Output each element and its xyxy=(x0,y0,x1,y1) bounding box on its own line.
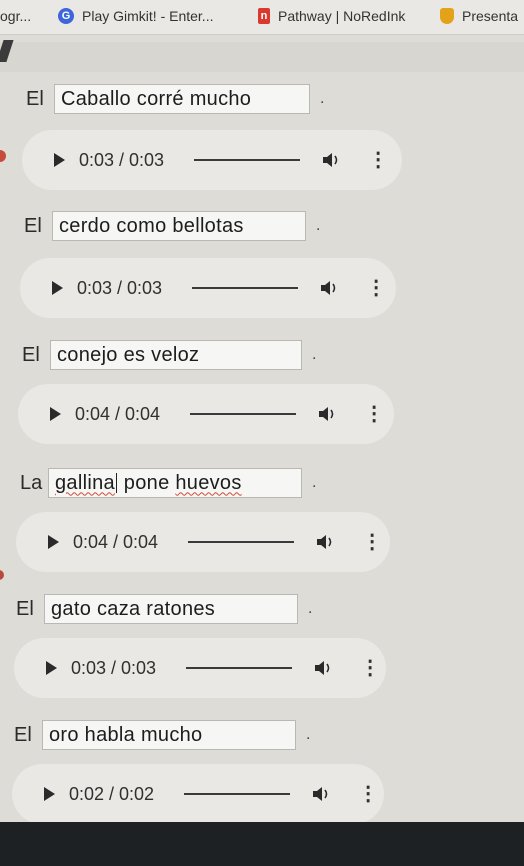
volume-icon[interactable] xyxy=(322,151,342,169)
answer-text: cerdo como bellotas xyxy=(59,214,244,237)
audio-player: 0:04 / 0:04 ⋮ xyxy=(18,384,394,444)
period: . xyxy=(316,217,321,234)
more-options-icon[interactable]: ⋮ xyxy=(362,532,382,552)
page-header-strip xyxy=(0,42,524,72)
answer-word-misspelled: gallina xyxy=(55,471,115,494)
article-label: El xyxy=(26,87,44,110)
answer-input[interactable]: gallina pone huevos xyxy=(48,468,302,498)
answer-input[interactable]: oro habla mucho xyxy=(42,720,296,750)
exercise-row: El cerdo como bellotas . xyxy=(24,211,320,241)
bookmark-gimkit[interactable]: G Play Gimkit! - Enter... xyxy=(58,8,213,24)
more-options-icon[interactable]: ⋮ xyxy=(358,784,378,804)
edge-mark xyxy=(0,570,4,580)
volume-icon[interactable] xyxy=(312,785,332,803)
bookmark-label: ogr... xyxy=(0,8,32,24)
audio-time: 0:04 / 0:04 xyxy=(75,403,161,424)
presentation-icon xyxy=(440,8,454,24)
volume-icon[interactable] xyxy=(318,405,338,423)
bookmark-label: Pathway | NoRedInk xyxy=(278,8,406,24)
answer-text: conejo es veloz xyxy=(57,343,200,366)
audio-progress-bar[interactable] xyxy=(190,413,297,415)
more-options-icon[interactable]: ⋮ xyxy=(360,658,380,678)
gimkit-icon: G xyxy=(58,8,74,24)
answer-input[interactable]: conejo es veloz xyxy=(50,340,302,370)
answer-input[interactable]: gato caza ratones xyxy=(44,594,298,624)
exercise-row: El conejo es veloz . xyxy=(22,340,316,370)
text-cursor xyxy=(115,473,117,493)
answer-text: gato caza ratones xyxy=(51,597,216,620)
more-options-icon[interactable]: ⋮ xyxy=(366,278,386,298)
article-label: La xyxy=(20,471,43,494)
exercise-row: La gallina pone huevos . xyxy=(20,468,316,498)
audio-player: 0:03 / 0:03 ⋮ xyxy=(22,130,402,190)
audio-player: 0:03 / 0:03 ⋮ xyxy=(14,638,386,698)
play-icon[interactable] xyxy=(52,281,63,295)
volume-icon[interactable] xyxy=(320,279,340,297)
bookmark-label: Presenta xyxy=(462,8,519,24)
audio-time: 0:03 / 0:03 xyxy=(71,657,157,678)
article-label: El xyxy=(24,214,42,237)
more-options-icon[interactable]: ⋮ xyxy=(368,150,388,170)
audio-progress-bar[interactable] xyxy=(186,667,293,669)
volume-icon[interactable] xyxy=(316,533,336,551)
audio-time: 0:03 / 0:03 xyxy=(77,277,163,298)
article-label: El xyxy=(22,343,40,366)
bookmarks-bar: ogr... G Play Gimkit! - Enter... n Pathw… xyxy=(0,0,524,35)
article-label: El xyxy=(16,597,34,620)
exercise-row: El gato caza ratones . xyxy=(16,594,312,624)
audio-player: 0:04 / 0:04 ⋮ xyxy=(16,512,390,572)
exercise-row: El oro habla mucho . xyxy=(14,720,310,750)
answer-word-misspelled: huevos xyxy=(175,471,242,494)
play-icon[interactable] xyxy=(48,535,59,549)
audio-progress-bar[interactable] xyxy=(194,159,301,161)
period: . xyxy=(308,600,313,617)
answer-input[interactable]: cerdo como bellotas xyxy=(52,211,306,241)
period: . xyxy=(312,346,317,363)
audio-time: 0:03 / 0:03 xyxy=(79,149,165,170)
play-icon[interactable] xyxy=(54,153,65,167)
period: . xyxy=(320,90,325,107)
answer-text: oro habla mucho xyxy=(49,723,203,746)
period: . xyxy=(306,726,311,743)
more-options-icon[interactable]: ⋮ xyxy=(364,404,384,424)
audio-player: 0:02 / 0:02 ⋮ xyxy=(12,764,384,824)
audio-progress-bar[interactable] xyxy=(184,793,291,795)
bookmark-label: Play Gimkit! - Enter... xyxy=(82,8,214,24)
audio-time: 0:02 / 0:02 xyxy=(69,783,155,804)
volume-icon[interactable] xyxy=(314,659,334,677)
play-icon[interactable] xyxy=(46,661,57,675)
bookmark-noredink[interactable]: n Pathway | NoRedInk xyxy=(258,8,405,24)
audio-progress-bar[interactable] xyxy=(192,287,299,289)
exercise-row: El Caballo corré mucho . xyxy=(26,84,324,114)
audio-player: 0:03 / 0:03 ⋮ xyxy=(20,258,396,318)
audio-time: 0:04 / 0:04 xyxy=(73,531,159,552)
bookmark-presentation[interactable]: Presenta xyxy=(440,8,518,24)
article-label: El xyxy=(14,723,32,746)
answer-text: Caballo corré mucho xyxy=(61,87,252,110)
play-icon[interactable] xyxy=(50,407,61,421)
bookmark-item[interactable]: ogr... xyxy=(0,8,31,24)
answer-input[interactable]: Caballo corré mucho xyxy=(54,84,310,114)
taskbar xyxy=(0,822,524,866)
period: . xyxy=(312,474,317,491)
answer-word: pone xyxy=(123,471,170,494)
audio-progress-bar[interactable] xyxy=(188,541,295,543)
noredink-icon: n xyxy=(258,8,270,24)
edge-mark xyxy=(0,150,6,162)
play-icon[interactable] xyxy=(44,787,55,801)
